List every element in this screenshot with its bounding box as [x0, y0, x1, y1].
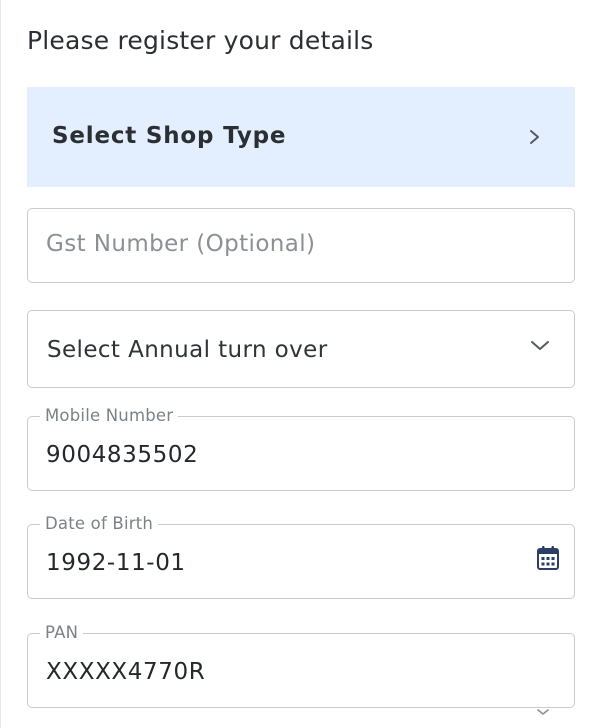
scroll-chevron-down-icon — [537, 709, 549, 715]
gst-number-placeholder: Gst Number (Optional) — [46, 231, 316, 257]
shop-type-label: Select Shop Type — [52, 123, 287, 149]
gst-number-field[interactable]: Gst Number (Optional) — [27, 208, 575, 283]
pan-field[interactable]: PAN XXXXX4770R — [27, 623, 575, 715]
date-of-birth-label: Date of Birth — [40, 514, 159, 533]
mobile-number-label: Mobile Number — [40, 406, 179, 425]
date-of-birth-value: 1992-11-01 — [46, 550, 186, 576]
chevron-down-icon — [531, 341, 549, 350]
mobile-number-field[interactable]: Mobile Number 9004835502 — [27, 406, 575, 491]
chevron-right-icon — [530, 130, 539, 144]
pan-value: XXXXX4770R — [46, 659, 206, 685]
mobile-number-value: 9004835502 — [46, 442, 199, 468]
annual-turnover-label: Select Annual turn over — [47, 337, 328, 363]
annual-turnover-select[interactable]: Select Annual turn over — [27, 310, 575, 388]
calendar-icon[interactable] — [536, 545, 560, 571]
pan-label: PAN — [40, 623, 84, 642]
registration-page: Please register your details Select Shop… — [0, 0, 592, 728]
select-shop-type-button[interactable]: Select Shop Type — [27, 87, 575, 187]
page-title: Please register your details — [27, 26, 374, 55]
date-of-birth-field[interactable]: Date of Birth 1992-11-01 — [27, 514, 575, 599]
